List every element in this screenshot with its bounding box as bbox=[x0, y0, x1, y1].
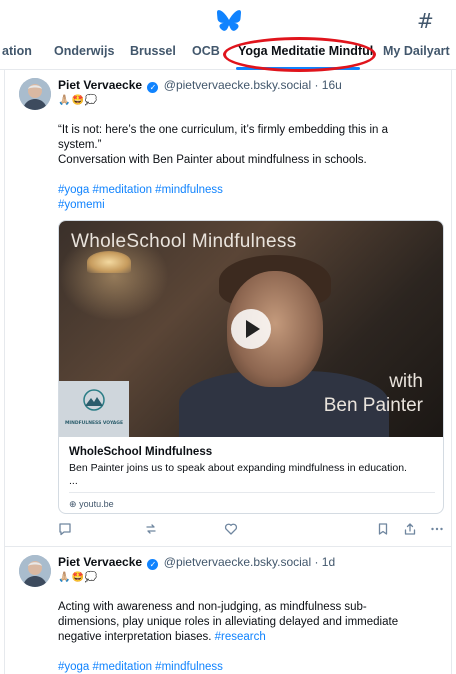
author-line: Piet Vervaecke ✓ @pietvervaecke.bsky.soc… bbox=[58, 555, 335, 570]
link-embed-card[interactable]: WholeSchool Mindfulness with Ben Painter… bbox=[58, 220, 444, 514]
mountain-icon bbox=[83, 389, 105, 411]
post[interactable]: Piet Vervaecke ✓ @pietvervaecke.bsky.soc… bbox=[5, 70, 451, 547]
post-time[interactable]: · 1d bbox=[314, 555, 335, 569]
emoji-row: 🙏🏼🤩💭 bbox=[58, 95, 99, 106]
emoji-row: 🙏🏼🤩💭 bbox=[58, 572, 99, 583]
hashtag-links[interactable]: #yoga #meditation #mindfulness bbox=[58, 660, 223, 674]
author-name[interactable]: Piet Vervaecke bbox=[58, 78, 142, 92]
channel-logo: MINDFULNESS VOYAGE bbox=[59, 381, 129, 437]
verified-check-icon: ✓ bbox=[147, 82, 159, 93]
tab-ocb[interactable]: OCB bbox=[192, 44, 220, 58]
post-time[interactable]: · 16u bbox=[314, 78, 341, 92]
avatar[interactable] bbox=[19, 78, 51, 110]
author-handle[interactable]: @pietvervaecke.bsky.social bbox=[164, 555, 311, 569]
bookmark-icon[interactable] bbox=[376, 522, 390, 536]
more-options-icon[interactable] bbox=[430, 522, 444, 536]
avatar[interactable] bbox=[19, 555, 51, 587]
author-line: Piet Vervaecke ✓ @pietvervaecke.bsky.soc… bbox=[58, 78, 342, 93]
tab-brussel[interactable]: Brussel bbox=[130, 44, 176, 58]
top-bar: # bbox=[0, 0, 456, 38]
tab-ation[interactable]: ation bbox=[2, 44, 32, 58]
feed: Piet Vervaecke ✓ @pietvervaecke.bsky.soc… bbox=[4, 70, 452, 674]
channel-logo-text: MINDFULNESS VOYAGE bbox=[64, 421, 124, 426]
post-text-line: system.” bbox=[58, 139, 102, 151]
lamp bbox=[87, 251, 131, 273]
embed-domain: ⊕ youtu.be bbox=[69, 499, 114, 510]
author-handle[interactable]: @pietvervaecke.bsky.social bbox=[164, 78, 311, 92]
hashtag-links[interactable]: #yoga #meditation #mindfulness bbox=[58, 183, 223, 198]
reply-icon[interactable] bbox=[58, 522, 72, 536]
tab-my-dailyart[interactable]: My Dailyart bbox=[383, 44, 450, 58]
post-text-line: Acting with awareness and non-judging, a… bbox=[58, 601, 367, 613]
globe-icon: ⊕ bbox=[69, 499, 77, 509]
post-text: negative interpretation biases. bbox=[58, 631, 212, 643]
share-icon[interactable] bbox=[403, 522, 417, 536]
verified-check-icon: ✓ bbox=[147, 559, 159, 570]
author-name[interactable]: Piet Vervaecke bbox=[58, 555, 142, 569]
post-text-line: dimensions, play unique roles in allevia… bbox=[58, 616, 399, 628]
embed-title[interactable]: WholeSchool Mindfulness bbox=[69, 446, 212, 458]
post-text-line: Conversation with Ben Painter about mind… bbox=[58, 154, 367, 166]
tab-onderwijs[interactable]: Onderwijs bbox=[54, 44, 114, 58]
thumbnail-guest-name: Ben Painter bbox=[323, 395, 423, 416]
hash-icon[interactable]: # bbox=[417, 9, 434, 33]
video-thumbnail[interactable]: WholeSchool Mindfulness with Ben Painter… bbox=[59, 221, 443, 437]
like-icon[interactable] bbox=[224, 522, 238, 536]
tab-yoga-meditatie-mindful[interactable]: Yoga Meditatie Mindful bbox=[238, 44, 373, 58]
post-actions bbox=[58, 522, 444, 540]
embed-domain-text: youtu.be bbox=[79, 499, 114, 509]
embed-ellipsis: ... bbox=[69, 475, 78, 487]
post[interactable]: Piet Vervaecke ✓ @pietvervaecke.bsky.soc… bbox=[5, 547, 451, 674]
divider bbox=[69, 492, 435, 493]
embed-description-line: Ben Painter joins us to speak about expa… bbox=[69, 462, 407, 474]
thumbnail-title: WholeSchool Mindfulness bbox=[71, 231, 297, 252]
play-icon[interactable] bbox=[231, 309, 271, 349]
thumbnail-with: with bbox=[389, 371, 423, 392]
post-text-line: “It is not: here’s the one curriculum, i… bbox=[58, 124, 389, 136]
embed-description: Ben Painter joins us to speak about expa… bbox=[69, 462, 435, 488]
hashtag-link[interactable]: #yomemi bbox=[58, 198, 105, 213]
butterfly-icon[interactable] bbox=[217, 10, 241, 32]
feed-tabs: ation Onderwijs Brussel OCB Yoga Meditat… bbox=[0, 38, 456, 70]
repost-icon[interactable] bbox=[144, 522, 158, 536]
post-text-line: negative interpretation biases. #researc… bbox=[58, 630, 266, 645]
hashtag-link[interactable]: #research bbox=[215, 631, 266, 643]
